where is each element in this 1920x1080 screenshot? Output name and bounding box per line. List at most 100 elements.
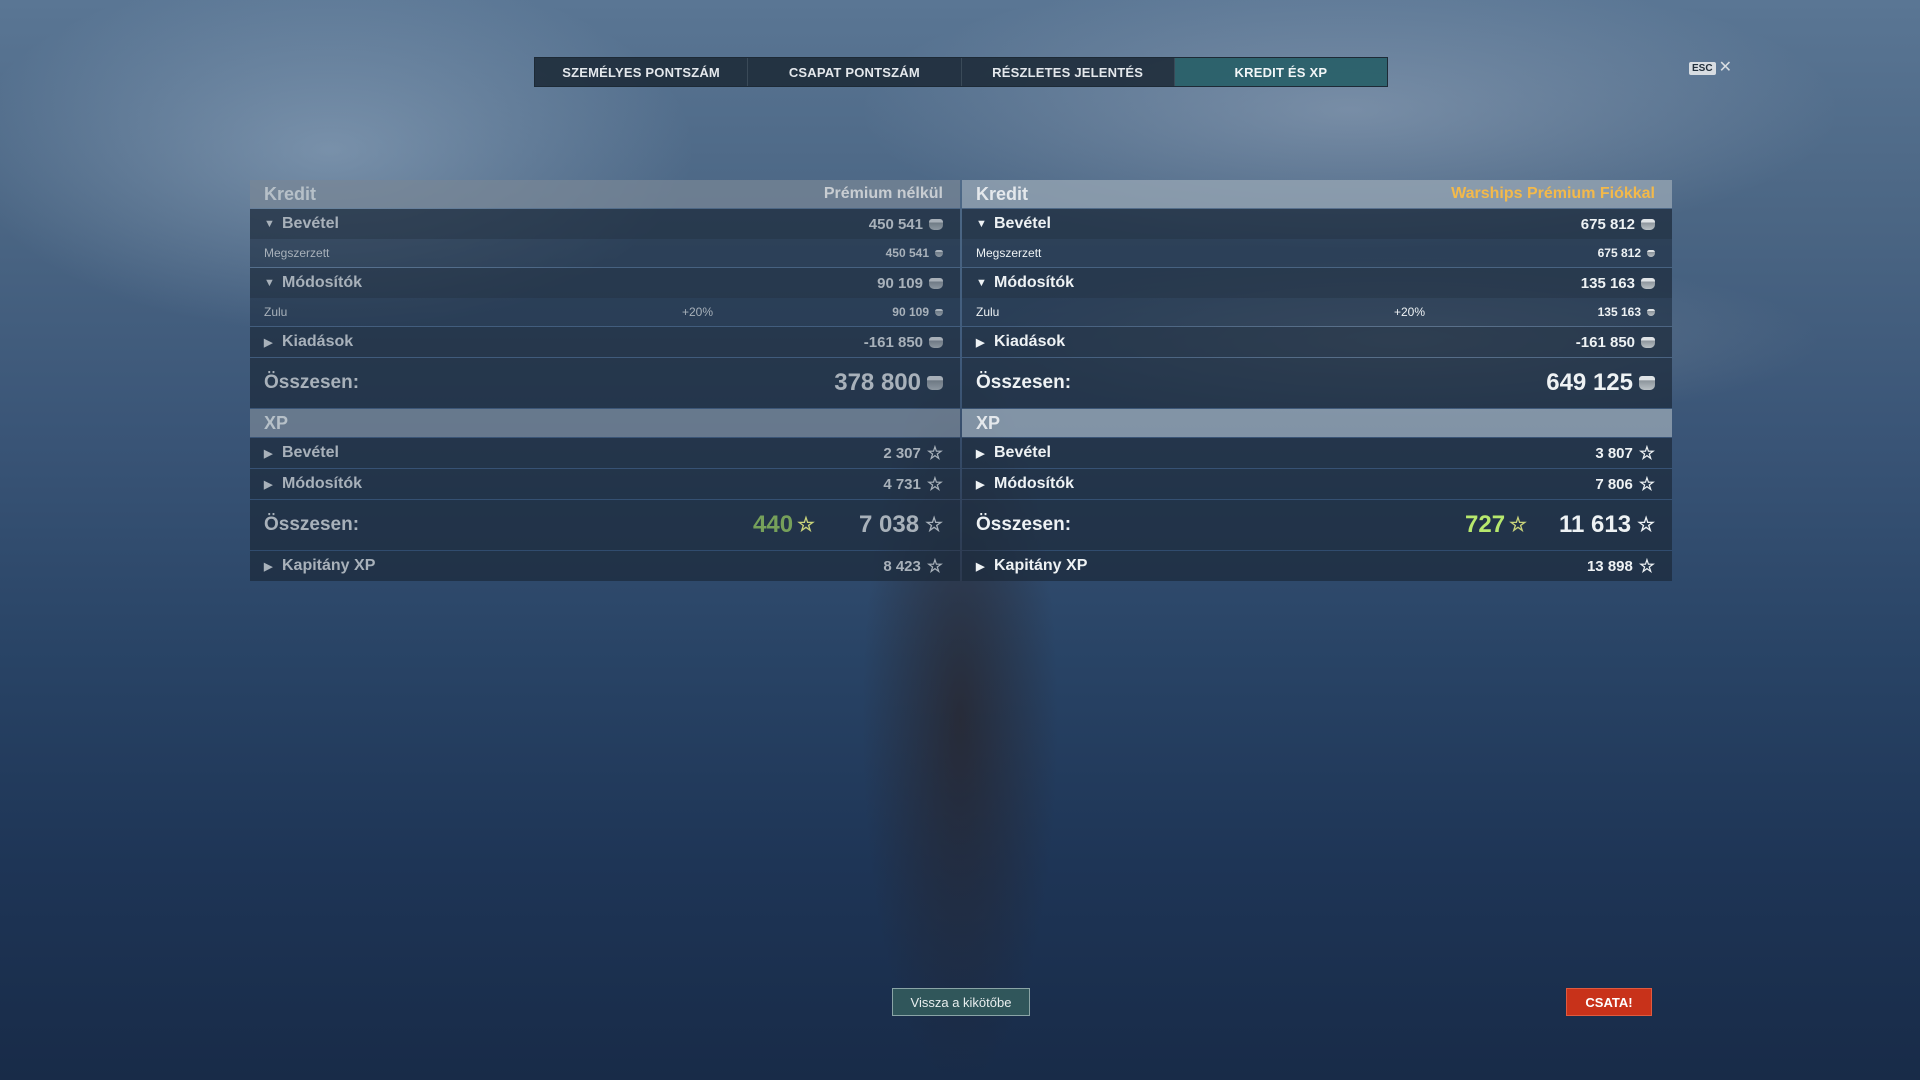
account-type-label: Prémium nélkül	[823, 185, 943, 202]
caret-down-icon[interactable]: ▼	[264, 277, 278, 289]
modifiers-label: Módosítók	[282, 274, 362, 291]
xp-income-label: Bevétel	[994, 444, 1051, 461]
caret-right-icon[interactable]: ▶	[264, 447, 278, 460]
credit-title: Kredit	[976, 183, 1029, 204]
expenses-value: -161 850	[863, 333, 923, 351]
star-icon: ☆	[1638, 443, 1655, 463]
captain-xp-row[interactable]: ▶ Kapitány XP 13 898 ☆	[962, 551, 1672, 581]
credit-coin-icon	[929, 336, 943, 348]
close-icon[interactable]: ✕	[1719, 60, 1732, 76]
tab-personal-score[interactable]: SZEMÉLYES PONTSZÁM	[535, 58, 749, 86]
credit-coin-icon	[929, 277, 943, 289]
earned-label: Megszerzett	[264, 246, 330, 260]
income-row[interactable]: ▼ Bevétel 450 541	[250, 209, 960, 239]
credit-coin-icon	[1641, 336, 1655, 348]
modifiers-row[interactable]: ▼ Módosítók 90 109	[250, 268, 960, 298]
earned-value: 450 541	[885, 246, 929, 260]
xp-modifiers-row[interactable]: ▶ Módosítók 4 731 ☆	[250, 469, 960, 499]
caret-right-icon[interactable]: ▶	[264, 478, 278, 491]
credit-coin-icon	[1647, 249, 1655, 257]
captain-xp-value: 13 898	[1586, 557, 1633, 575]
expenses-label: Kiadások	[994, 333, 1066, 350]
xp-income-row[interactable]: ▶ Bevétel 3 807 ☆	[962, 438, 1672, 468]
earned-row: Megszerzett 450 541	[250, 239, 960, 267]
tab-team-score[interactable]: CSAPAT PONTSZÁM	[748, 58, 962, 86]
caret-right-icon[interactable]: ▶	[264, 336, 278, 349]
xp-modifiers-row[interactable]: ▶ Módosítók 7 806 ☆	[962, 469, 1672, 499]
income-value: 450 541	[868, 215, 923, 233]
xp-header: XP	[250, 409, 960, 437]
star-icon: ☆	[1638, 474, 1655, 494]
zulu-percent: +20%	[682, 305, 714, 319]
star-icon: ☆	[1638, 556, 1655, 576]
xp-total-row: Összesen: 440 ☆ 7 038 ☆	[250, 500, 960, 550]
credit-title: Kredit	[264, 183, 317, 204]
credit-coin-icon	[935, 249, 943, 257]
star-icon: ☆	[1509, 514, 1527, 536]
earned-label: Megszerzett	[976, 246, 1042, 260]
expenses-row[interactable]: ▶ Kiadások -161 850	[962, 327, 1672, 357]
star-icon: ☆	[1637, 514, 1655, 536]
modifiers-row[interactable]: ▼ Módosítók 135 163	[962, 268, 1672, 298]
caret-right-icon[interactable]: ▶	[976, 478, 990, 491]
credit-coin-icon	[935, 308, 943, 316]
earned-xp: 440 ☆	[753, 511, 815, 539]
xp-income-label: Bevétel	[282, 444, 339, 461]
account-type-label: Warships Prémium Fiókkal	[1451, 185, 1655, 202]
credit-total-value: 649 125	[1546, 369, 1633, 396]
zulu-row: Zulu +20% 90 109	[250, 298, 960, 326]
credit-coin-icon	[927, 376, 943, 390]
captain-xp-row[interactable]: ▶ Kapitány XP 8 423 ☆	[250, 551, 960, 581]
xp-modifiers-value: 7 806	[1595, 475, 1633, 493]
caret-right-icon[interactable]: ▶	[976, 336, 990, 349]
credit-total-label: Összesen:	[264, 372, 360, 393]
caret-down-icon[interactable]: ▼	[264, 218, 278, 230]
tab-detailed-report[interactable]: RÉSZLETES JELENTÉS	[961, 58, 1175, 86]
star-icon: ☆	[926, 474, 943, 494]
expenses-label: Kiadások	[282, 333, 354, 350]
credit-coin-icon	[1647, 308, 1655, 316]
xp-income-row[interactable]: ▶ Bevétel 2 307 ☆	[250, 438, 960, 468]
caret-right-icon[interactable]: ▶	[264, 560, 278, 573]
back-to-port-button[interactable]: Vissza a kikötőbe	[892, 988, 1030, 1016]
xp-total-row: Összesen: 727 ☆ 11 613 ☆	[962, 500, 1672, 550]
esc-key-hint: ESC	[1689, 61, 1716, 75]
caret-down-icon[interactable]: ▼	[976, 277, 990, 289]
zulu-row: Zulu +20% 135 163	[962, 298, 1672, 326]
earned-xp-value: 440	[753, 511, 794, 538]
expenses-row[interactable]: ▶ Kiadások -161 850	[250, 327, 960, 357]
credit-total-row: Összesen: 378 800	[250, 358, 960, 408]
income-row[interactable]: ▼ Bevétel 675 812	[962, 209, 1672, 239]
xp-title: XP	[976, 412, 1001, 433]
panel-with-premium: Kredit Warships Prémium Fiókkal ▼ Bevéte…	[962, 180, 1672, 581]
income-label: Bevétel	[282, 215, 339, 232]
star-icon: ☆	[926, 443, 943, 463]
modifiers-label: Módosítók	[994, 274, 1074, 291]
expenses-value: -161 850	[1575, 333, 1635, 351]
xp-total-label: Összesen:	[264, 514, 360, 535]
credit-total-value: 378 800	[834, 369, 921, 396]
zulu-percent: +20%	[1394, 305, 1426, 319]
caret-right-icon[interactable]: ▶	[976, 447, 990, 460]
panel-without-premium: Kredit Prémium nélkül ▼ Bevétel 450 541 …	[250, 180, 960, 581]
zulu-value: 90 109	[892, 305, 929, 319]
modifiers-value: 90 109	[877, 274, 923, 292]
zulu-label: Zulu	[264, 305, 288, 319]
caret-down-icon[interactable]: ▼	[976, 218, 990, 230]
xp-total-value: 11 613	[1558, 511, 1632, 538]
zulu-label: Zulu	[976, 305, 1000, 319]
battle-button[interactable]: CSATA!	[1566, 988, 1652, 1016]
xp-title: XP	[264, 412, 289, 433]
earned-row: Megszerzett 675 812	[962, 239, 1672, 267]
credit-total-row: Összesen: 649 125	[962, 358, 1672, 408]
close-button[interactable]: ESC ✕	[1689, 60, 1732, 76]
xp-income-value: 2 307	[883, 444, 921, 462]
income-value: 675 812	[1580, 215, 1635, 233]
xp-header: XP	[962, 409, 1672, 437]
captain-xp-label: Kapitány XP	[282, 557, 376, 574]
tab-credits-xp[interactable]: KREDIT ÉS XP	[1174, 58, 1387, 86]
xp-modifiers-value: 4 731	[883, 475, 921, 493]
caret-right-icon[interactable]: ▶	[976, 560, 990, 573]
credit-coin-icon	[1641, 277, 1655, 289]
modifiers-value: 135 163	[1580, 274, 1635, 292]
